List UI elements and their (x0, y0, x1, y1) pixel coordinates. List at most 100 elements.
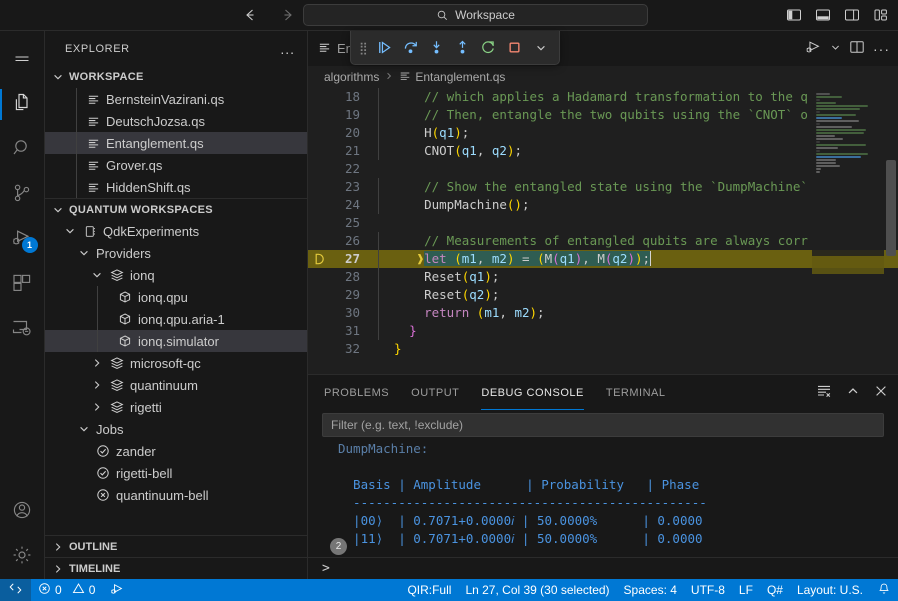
toggle-primary-sidebar-icon[interactable] (784, 6, 803, 25)
scrollbar-thumb[interactable] (886, 160, 896, 256)
run-debug-icon[interactable] (804, 38, 822, 59)
tree-item-target[interactable]: ionq.qpu (45, 286, 307, 308)
breadcrumb: algorithms Entanglement.qs (308, 66, 898, 88)
section-header-quantum-workspaces[interactable]: QUANTUM WORKSPACES (45, 198, 307, 220)
code-line: 26 // Measurements of entangled qubits a… (308, 232, 898, 250)
tree-item-job[interactable]: rigetti-bell (45, 462, 307, 484)
activity-item-run-and-debug[interactable]: 1 (0, 217, 45, 262)
tree-item-qdkexperiments[interactable]: QdkExperiments (45, 220, 307, 242)
step-into-icon[interactable] (425, 36, 449, 60)
step-over-icon[interactable] (399, 36, 423, 60)
chevron-right-icon (51, 562, 65, 576)
minimap-slider[interactable] (812, 256, 884, 274)
tree-item-provider[interactable]: microsoft-qc (45, 352, 307, 374)
status-keyboard-layout[interactable]: Layout: U.S. (790, 579, 870, 601)
status-problems[interactable]: 0 0 (31, 579, 102, 601)
editor-vertical-scrollbar[interactable] (884, 88, 898, 374)
tree-item-target-selected[interactable]: ionq.simulator (45, 330, 307, 352)
chevron-down-icon[interactable] (830, 41, 841, 56)
check-circle-icon (95, 465, 111, 481)
tree-item-file[interactable]: DeutschJozsa.qs (45, 110, 307, 132)
tree-item-provider[interactable]: rigetti (45, 396, 307, 418)
hamburger-menu-icon[interactable] (0, 37, 45, 82)
toggle-panel-icon[interactable] (813, 6, 832, 25)
tab-terminal[interactable]: TERMINAL (606, 375, 666, 410)
chevron-down-icon[interactable] (77, 422, 91, 436)
status-indentation[interactable]: Spaces: 4 (617, 579, 684, 601)
chevron-down-icon (51, 203, 65, 217)
activity-item-explorer[interactable] (0, 82, 45, 127)
step-out-icon[interactable] (451, 36, 475, 60)
tree-item-file[interactable]: HiddenShift.qs (45, 176, 307, 198)
clear-console-icon[interactable] (816, 383, 832, 402)
arrow-right-icon[interactable] (278, 5, 298, 25)
tree-item-job[interactable]: zander (45, 440, 307, 462)
section-label: QUANTUM WORKSPACES (69, 203, 213, 216)
debug-repl-input[interactable]: > (308, 557, 898, 579)
breadcrumb-item-folder[interactable]: algorithms (324, 70, 379, 84)
status-run-debug[interactable] (102, 579, 132, 601)
tree-item-providers[interactable]: Providers (45, 242, 307, 264)
status-encoding[interactable]: UTF-8 (684, 579, 732, 601)
activity-item-search[interactable] (0, 127, 45, 172)
chevron-down-icon[interactable] (63, 224, 77, 238)
tree-item-ionq[interactable]: ionq (45, 264, 307, 286)
inline-debug-marker-icon: ❱ (416, 251, 425, 266)
ellipsis-icon[interactable]: ··· (873, 42, 890, 56)
restart-icon[interactable] (477, 36, 501, 60)
tree-item-provider[interactable]: quantinuum (45, 374, 307, 396)
chevron-right-icon[interactable] (90, 378, 104, 392)
section-header-workspace[interactable]: WORKSPACE (45, 66, 307, 88)
line-number: 28 (344, 269, 360, 284)
sidebar-content[interactable]: WORKSPACE BernsteinVazirani.qs DeutschJo… (45, 66, 307, 535)
activity-item-remote-explorer[interactable] (0, 307, 45, 352)
qsharp-file-icon (399, 70, 411, 85)
close-icon[interactable] (874, 384, 888, 401)
arrow-left-icon[interactable] (240, 5, 260, 25)
tree-item-file-selected[interactable]: Entanglement.qs (45, 132, 307, 154)
pane-header-timeline[interactable]: TIMELINE (45, 557, 307, 579)
status-qir-target[interactable]: QIR:Full (400, 579, 458, 601)
activity-item-extensions[interactable] (0, 262, 45, 307)
stop-icon[interactable] (503, 36, 527, 60)
search-icon (11, 137, 33, 162)
tree-item-target[interactable]: ionq.qpu.aria-1 (45, 308, 307, 330)
pane-header-outline[interactable]: OUTLINE (45, 535, 307, 557)
tree-item-file[interactable]: Grover.qs (45, 154, 307, 176)
code-editor[interactable]: 18 // which applies a Hadamard transform… (308, 88, 898, 374)
activity-item-source-control[interactable] (0, 172, 45, 217)
split-editor-icon[interactable] (849, 39, 865, 58)
customize-layout-icon[interactable] (871, 6, 890, 25)
debug-toolbar-drag-handle[interactable]: ⣿ (357, 42, 371, 54)
chevron-up-icon[interactable] (846, 384, 860, 401)
editor-tabs: Entanglement.qs ⣿ (308, 31, 898, 66)
status-eol[interactable]: LF (732, 579, 760, 601)
chevron-down-icon[interactable] (77, 246, 91, 260)
breadcrumb-item-file[interactable]: Entanglement.qs (399, 70, 505, 85)
qsharp-file-icon (85, 157, 101, 173)
tab-problems[interactable]: PROBLEMS (324, 375, 389, 410)
tab-output[interactable]: OUTPUT (411, 375, 459, 410)
toggle-secondary-sidebar-icon[interactable] (842, 6, 861, 25)
debug-current-line-marker-icon[interactable] (308, 252, 330, 266)
tree-item-job[interactable]: quantinuum-bell (45, 484, 307, 506)
tab-debug-console[interactable]: DEBUG CONSOLE (481, 375, 585, 410)
filter-input[interactable]: Filter (e.g. text, !exclude) (322, 413, 884, 437)
status-language-mode[interactable]: Q# (760, 579, 790, 601)
tree-item-jobs[interactable]: Jobs (45, 418, 307, 440)
debug-console-output[interactable]: DumpMachine: Basis | Amplitude | Probabi… (308, 440, 898, 557)
activity-item-accounts[interactable] (0, 489, 45, 534)
continue-icon[interactable] (373, 36, 397, 60)
tree-item-file[interactable]: BernsteinVazirani.qs (45, 88, 307, 110)
activity-item-settings[interactable] (0, 534, 45, 579)
status-notifications[interactable] (870, 579, 898, 601)
chevron-right-icon[interactable] (90, 356, 104, 370)
sidebar-more-actions-icon[interactable]: ... (276, 41, 299, 57)
chevron-down-icon[interactable] (529, 36, 553, 60)
chevron-right-icon[interactable] (90, 400, 104, 414)
chevron-down-icon[interactable] (90, 268, 104, 282)
command-center-search[interactable]: Workspace (303, 4, 648, 26)
minimap[interactable] (812, 88, 884, 374)
status-remote-indicator[interactable] (0, 579, 31, 601)
status-editor-selection[interactable]: Ln 27, Col 39 (30 selected) (458, 579, 616, 601)
